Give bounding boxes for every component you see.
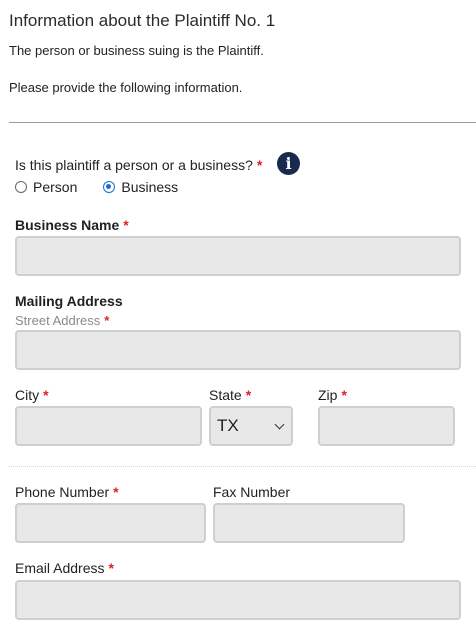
page-title: Information about the Plaintiff No. 1: [9, 11, 276, 30]
state-selected-value: TX: [217, 416, 239, 435]
business-name-input[interactable]: [15, 236, 461, 276]
city-label: City *: [15, 387, 49, 403]
phone-label-text: Phone Number: [15, 484, 110, 500]
state-label-text: State: [209, 387, 242, 403]
zip-label-text: Zip: [318, 387, 338, 403]
chevron-down-icon: [274, 419, 285, 429]
plaintiff-type-options: Person Business: [15, 179, 178, 195]
radio-person[interactable]: [15, 181, 27, 193]
required-mark: *: [113, 484, 119, 500]
required-mark: *: [108, 560, 114, 576]
business-name-label-text: Business Name: [15, 217, 120, 233]
street-address-label-text: Street Address: [15, 313, 101, 328]
state-select[interactable]: TX: [209, 406, 293, 446]
required-mark: *: [123, 217, 129, 233]
phone-input[interactable]: [15, 503, 206, 543]
street-address-input[interactable]: [15, 330, 461, 370]
business-name-label: Business Name *: [15, 217, 129, 233]
city-label-text: City: [15, 387, 40, 403]
email-label: Email Address *: [15, 560, 114, 576]
radio-person-label[interactable]: Person: [33, 179, 77, 195]
section-divider: [9, 122, 476, 123]
state-label: State *: [209, 387, 251, 403]
city-input[interactable]: [15, 406, 202, 446]
fax-input[interactable]: [213, 503, 405, 543]
page-description: The person or business suing is the Plai…: [9, 43, 264, 58]
street-address-label: Street Address *: [15, 313, 109, 328]
plaintiff-type-label: Is this plaintiff a person or a business…: [15, 157, 253, 173]
email-label-text: Email Address: [15, 560, 105, 576]
radio-business-label[interactable]: Business: [121, 179, 178, 195]
zip-input[interactable]: [318, 406, 455, 446]
required-mark: *: [245, 387, 252, 403]
required-mark: *: [104, 313, 110, 328]
phone-label: Phone Number *: [15, 484, 119, 500]
mailing-address-heading: Mailing Address: [15, 293, 123, 309]
required-mark: *: [43, 387, 49, 403]
required-mark: *: [341, 387, 347, 403]
section-separator: [9, 466, 476, 467]
required-mark: *: [256, 157, 263, 173]
page-instruction: Please provide the following information…: [9, 80, 243, 95]
plaintiff-type-question: Is this plaintiff a person or a business…: [15, 157, 262, 173]
fax-label: Fax Number: [213, 484, 291, 500]
email-input[interactable]: [15, 580, 461, 620]
info-circle-icon[interactable]: i: [277, 152, 300, 175]
radio-business[interactable]: [103, 181, 116, 193]
zip-label: Zip *: [318, 387, 347, 403]
